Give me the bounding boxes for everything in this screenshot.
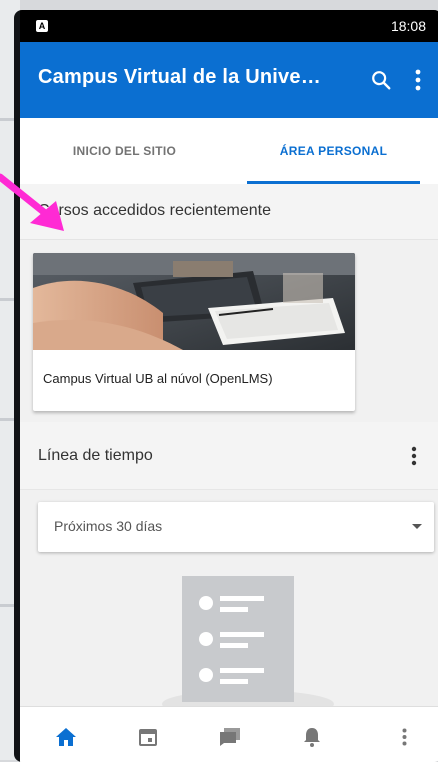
app-screen: A 18:08 Campus Virtual de la Unive… INIC… [20, 10, 438, 762]
nav-home-button[interactable] [48, 721, 84, 753]
messages-icon [220, 728, 240, 746]
background-line [0, 118, 14, 121]
nav-notifications-button[interactable] [294, 721, 330, 753]
timeline-options-button[interactable] [402, 442, 426, 470]
status-bar: A 18:08 [20, 10, 438, 42]
background-line [0, 604, 14, 607]
course-image [33, 253, 355, 350]
app-title: Campus Virtual de la Unive… [38, 66, 321, 88]
phone-frame: A 18:08 Campus Virtual de la Unive… INIC… [14, 10, 438, 762]
more-options-button[interactable] [400, 62, 436, 98]
app-bar: Campus Virtual de la Unive… [20, 42, 438, 118]
course-card[interactable]: Campus Virtual UB al núvol (OpenLMS) [33, 253, 355, 411]
more-vertical-icon [411, 446, 417, 466]
status-notification-icon: A [36, 20, 48, 32]
nav-calendar-button[interactable] [130, 721, 166, 753]
empty-timeline-icon [162, 576, 334, 712]
course-title: Campus Virtual UB al núvol (OpenLMS) [43, 371, 273, 386]
bottom-navigation [20, 706, 438, 762]
notifications-icon [304, 728, 320, 747]
calendar-icon [139, 729, 157, 746]
background-line [0, 418, 14, 421]
timeline-filter-select[interactable]: Próximos 30 días [38, 502, 434, 552]
status-time: 18:08 [390, 18, 426, 34]
home-icon [56, 728, 76, 746]
recent-courses-header: Cursos accedidos recientemente [20, 184, 438, 240]
timeline-header: Línea de tiempo [20, 422, 438, 490]
nav-messages-button[interactable] [212, 721, 248, 753]
search-button[interactable] [363, 62, 399, 98]
nav-more-button[interactable] [386, 721, 422, 753]
background-line [0, 298, 14, 301]
annotation-arrow-icon [0, 173, 64, 231]
search-icon [372, 71, 391, 90]
more-vertical-icon [415, 69, 421, 91]
timeline-title: Línea de tiempo [38, 447, 153, 464]
more-vertical-icon [402, 728, 406, 746]
tab-bar: INICIO DEL SITIO ÁREA PERSONAL [20, 118, 438, 185]
dropdown-caret-icon [412, 524, 422, 529]
timeline-filter-value: Próximos 30 días [54, 518, 163, 534]
tab-area-personal[interactable]: ÁREA PERSONAL [229, 118, 438, 184]
